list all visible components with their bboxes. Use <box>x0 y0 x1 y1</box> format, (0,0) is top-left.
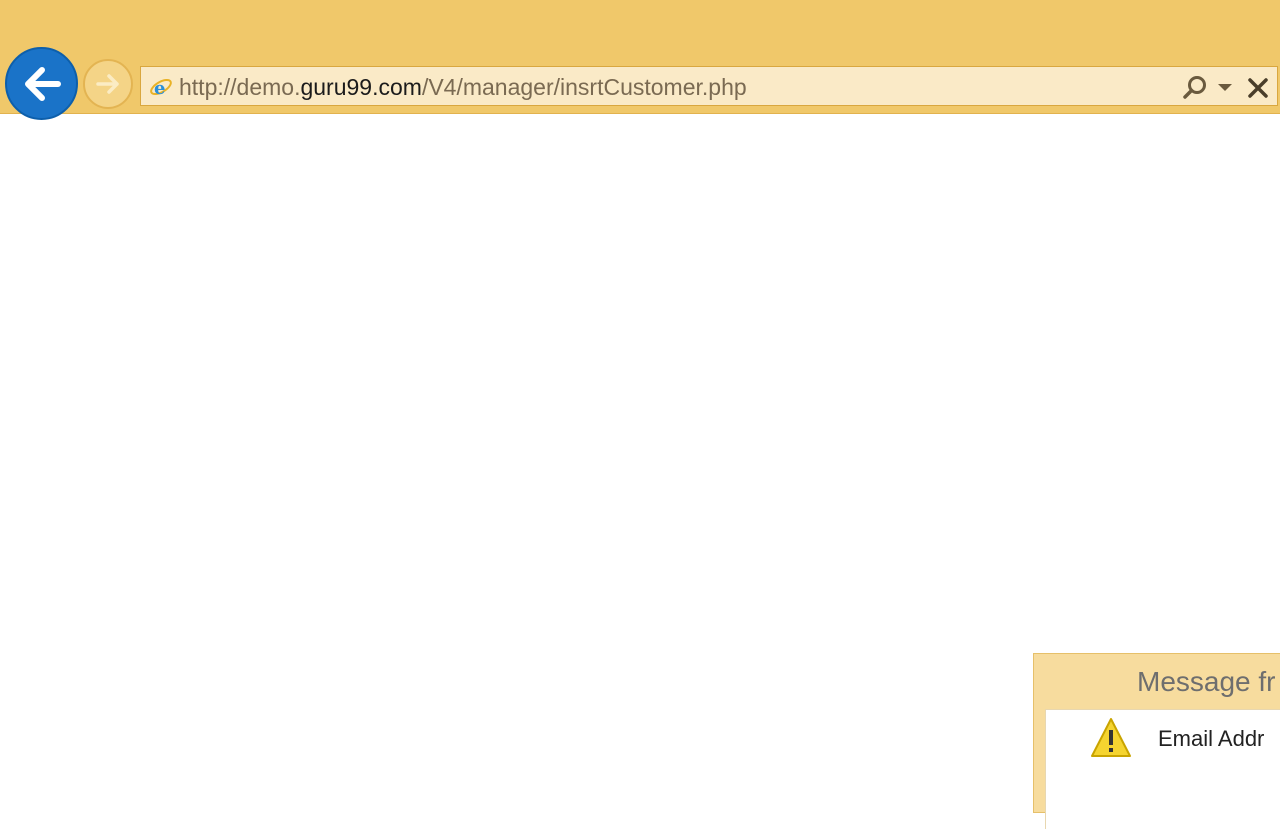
dialog-title: Message fr <box>1137 666 1276 697</box>
url-prefix: http://demo. <box>179 74 301 100</box>
address-bar[interactable]: e http://demo.guru99.com/V4/manager/insr… <box>140 66 1278 106</box>
url-path: /V4/manager/insrtCustomer.php <box>421 74 747 100</box>
browser-toolbar: e http://demo.guru99.com/V4/manager/insr… <box>0 0 1280 120</box>
internet-explorer-icon: e <box>150 78 172 99</box>
url-domain: guru99.com <box>300 74 422 100</box>
alert-dialog: Message fr Email Addr <box>1033 653 1280 829</box>
search-icon[interactable] <box>1181 74 1209 102</box>
url-text[interactable]: http://demo.guru99.com/V4/manager/insrtC… <box>179 71 747 103</box>
close-icon[interactable] <box>1244 74 1272 102</box>
dialog-message: Email Addr <box>1158 726 1265 751</box>
arrow-left-icon <box>24 66 61 101</box>
arrow-right-icon <box>96 74 119 94</box>
chevron-down-icon[interactable] <box>1215 77 1235 97</box>
warning-icon <box>1091 718 1131 757</box>
svg-text:e: e <box>154 78 165 99</box>
forward-button[interactable] <box>83 59 133 109</box>
back-button[interactable] <box>5 47 78 120</box>
